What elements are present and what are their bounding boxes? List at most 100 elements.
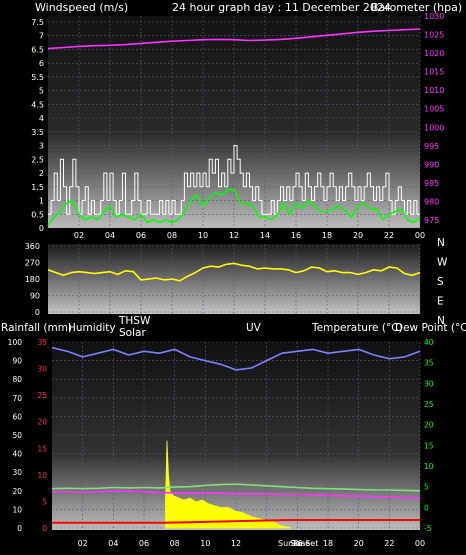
y-tick-label: 1030	[424, 12, 444, 21]
humidity-tick-label: 10	[12, 505, 22, 514]
temperature-tick-label: 10	[424, 462, 434, 471]
y-tick-label: 1000	[424, 123, 444, 132]
y-tick-label: 990	[424, 160, 439, 169]
rain-tick-label: 30	[37, 365, 47, 374]
humidity-tick-label: 20	[12, 487, 22, 496]
rain-tick-label: 15	[37, 444, 47, 453]
humidity-tick-label: 70	[12, 394, 22, 403]
y-tick-label: 2.5	[31, 155, 44, 164]
temperature-tick-label: 0	[424, 503, 429, 512]
y-tick-label: 360	[25, 242, 40, 251]
humidity-tick-label: 0	[17, 524, 22, 533]
compass-label: E	[437, 296, 444, 308]
y-tick-label: 6.5	[31, 45, 44, 54]
y-tick-label: 3	[39, 142, 44, 151]
humidity-axis-title: Humidity	[68, 322, 116, 334]
temperature-axis-title: Temperature (°C)	[311, 322, 403, 334]
y-tick-label: 5.5	[31, 73, 44, 82]
x-tick-label: 06	[136, 231, 146, 240]
temperature-tick-label: -5	[424, 524, 432, 533]
y-tick-label: 0	[39, 224, 44, 233]
barometer-axis-title: Barometer (hpa)	[371, 1, 462, 14]
solar-label: Solar	[119, 327, 146, 339]
y-tick-label: 3.5	[31, 128, 44, 137]
x-tick-label: 10	[200, 539, 210, 548]
y-tick-label: 5	[39, 87, 44, 96]
y-tick-label: 7	[39, 32, 44, 41]
x-tick-label: 08	[167, 231, 177, 240]
y-tick-label: 90	[30, 292, 40, 301]
y-tick-label: 6	[39, 59, 44, 68]
humidity-tick-label: 90	[12, 357, 22, 366]
x-tick-label: 10	[198, 231, 208, 240]
x-tick-label: 16	[291, 231, 301, 240]
y-tick-label: 985	[424, 179, 439, 188]
y-tick-label: 1005	[424, 105, 444, 114]
x-tick-label: 02	[78, 539, 88, 548]
x-tick-label: 22	[384, 231, 394, 240]
y-tick-label: 180	[25, 275, 40, 284]
compass-label: S	[437, 276, 444, 288]
x-tick-label: 02	[74, 231, 84, 240]
humidity-tick-label: 100	[8, 338, 23, 347]
humidity-tick-label: 80	[12, 375, 22, 384]
x-tick-label: 20	[354, 539, 364, 548]
weather-chart: Windspeed (m/s) 24 hour graph day : 11 D…	[1, 1, 466, 548]
temperature-tick-label: 5	[424, 483, 429, 492]
x-tick-label: 20	[353, 231, 363, 240]
y-tick-label: 995	[424, 142, 439, 151]
windspeed-axis-title: Windspeed (m/s)	[35, 1, 128, 14]
x-tick-label: 06	[139, 539, 149, 548]
y-tick-label: 0.5	[31, 210, 44, 219]
humidity-tick-label: 50	[12, 431, 22, 440]
rain-tick-label: 5	[42, 497, 47, 506]
temperature-tick-label: 40	[424, 338, 434, 347]
y-tick-label: 1015	[424, 68, 444, 77]
x-tick-label: 08	[170, 539, 180, 548]
rain-tick-label: 10	[37, 471, 47, 480]
x-tick-label: 18	[323, 539, 333, 548]
y-tick-label: 980	[424, 197, 439, 206]
y-tick-label: 1020	[424, 49, 444, 58]
temperature-tick-label: 15	[424, 441, 434, 450]
y-tick-label: 270	[25, 259, 40, 268]
sunset-label: SunSet	[290, 539, 318, 548]
x-tick-label: 14	[260, 231, 270, 240]
y-tick-label: 1025	[424, 31, 444, 40]
compass-label: N	[437, 237, 445, 249]
x-tick-label: 04	[108, 539, 118, 548]
temperature-tick-label: 25	[424, 400, 434, 409]
y-tick-label: 975	[424, 216, 439, 225]
rain-tick-label: 25	[37, 391, 47, 400]
y-tick-label: 0	[35, 308, 40, 317]
humidity-tick-label: 40	[12, 450, 22, 459]
y-tick-label: 7.5	[31, 18, 44, 27]
x-tick-label: 00	[415, 539, 425, 548]
y-tick-label: 2	[39, 169, 44, 178]
y-tick-label: 4	[39, 114, 44, 123]
chart-title: 24 hour graph day : 11 December 2024	[172, 1, 391, 14]
x-tick-label: 04	[105, 231, 115, 240]
temperature-tick-label: 20	[424, 421, 434, 430]
x-tick-label: 12	[231, 539, 241, 548]
dewpoint-axis-title: Dew Point (°C)	[395, 322, 466, 334]
rain-tick-label: 35	[37, 338, 47, 347]
y-tick-label: 1.5	[31, 183, 44, 192]
compass-label: W	[437, 257, 448, 269]
rain-tick-label: 20	[37, 418, 47, 427]
y-tick-label: 1010	[424, 86, 444, 95]
rain-tick-label: 0	[42, 524, 47, 533]
x-tick-label: 22	[384, 539, 394, 548]
x-tick-label: 18	[322, 231, 332, 240]
x-tick-label: 00	[415, 231, 425, 240]
temperature-tick-label: 30	[424, 379, 434, 388]
rainfall-axis-title: Rainfall (mm)	[1, 322, 72, 334]
thsw-label: THSW	[118, 315, 151, 327]
humidity-tick-label: 30	[12, 468, 22, 477]
temperature-tick-label: 35	[424, 359, 434, 368]
x-tick-label: 12	[229, 231, 239, 240]
uv-label: UV	[246, 322, 262, 334]
humidity-tick-label: 60	[12, 412, 22, 421]
y-tick-label: 1	[39, 197, 44, 206]
y-tick-label: 4.5	[31, 100, 44, 109]
